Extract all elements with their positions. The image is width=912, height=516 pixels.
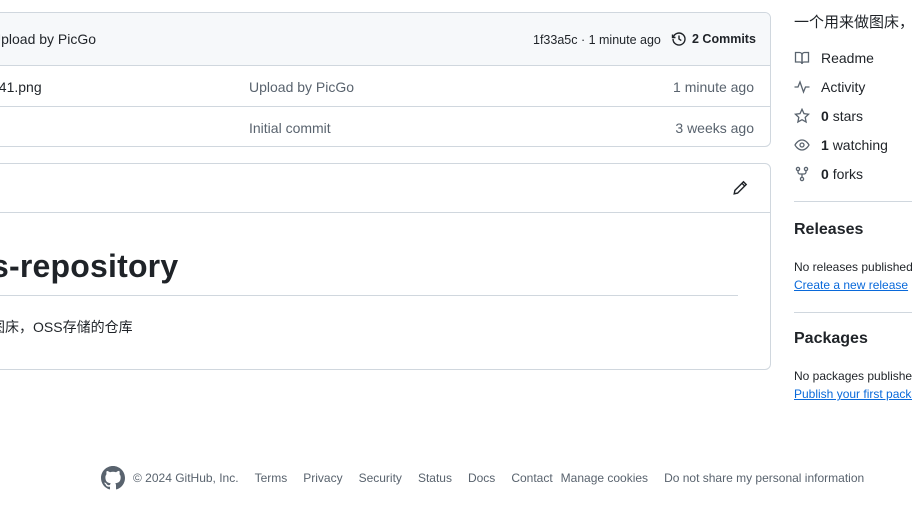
sidebar-divider: [794, 312, 912, 313]
sidebar-item-label: watching: [832, 137, 888, 153]
fork-icon: [795, 166, 809, 182]
sidebar-item-readme[interactable]: Readme: [794, 50, 874, 66]
latest-commit-message[interactable]: Upload by PicGo: [0, 31, 96, 47]
pencil-icon[interactable]: [732, 180, 748, 196]
file-commit-time: 3 weeks ago: [675, 120, 754, 136]
releases-empty-text: No releases published: [794, 260, 912, 274]
forks-count: 0: [821, 166, 829, 182]
book-icon: [794, 51, 810, 65]
packages-empty-text: No packages published: [794, 369, 912, 383]
sidebar-divider: [794, 201, 912, 202]
file-commit-time: 1 minute ago: [673, 79, 754, 95]
file-list-box: Upload by PicGo 1f33a5c · 1 minute ago 2…: [0, 12, 771, 147]
sidebar-item-stars[interactable]: 0 stars: [794, 108, 863, 124]
file-row[interactable]: Initial commit 3 weeks ago: [0, 107, 770, 146]
footer-copyright: © 2024 GitHub, Inc.: [133, 471, 239, 485]
commits-count-label: 2 Commits: [692, 32, 756, 46]
watching-count: 1: [821, 137, 829, 153]
commits-link[interactable]: 2 Commits: [671, 31, 756, 47]
footer-link-security[interactable]: Security: [359, 471, 402, 485]
file-commit-message[interactable]: Upload by PicGo: [249, 79, 354, 95]
footer-link-privacy[interactable]: Privacy: [303, 471, 342, 485]
sidebar-item-forks[interactable]: 0 forks: [794, 166, 863, 182]
file-commit-message[interactable]: Initial commit: [249, 120, 331, 136]
github-logo-icon[interactable]: [101, 466, 125, 490]
sidebar-item-watching[interactable]: 1 watching: [794, 137, 888, 153]
latest-commit-sha-time[interactable]: 1f33a5c · 1 minute ago: [533, 33, 661, 47]
readme-divider: [0, 295, 738, 296]
packages-heading[interactable]: Packages: [794, 330, 868, 348]
file-row[interactable]: 941.png Upload by PicGo 1 minute ago: [0, 66, 770, 107]
create-release-link[interactable]: Create a new release: [794, 278, 908, 292]
pulse-icon: [794, 80, 810, 94]
readme-box: s-repository 图床，OSS存储的仓库: [0, 163, 771, 370]
latest-commit-bar: Upload by PicGo 1f33a5c · 1 minute ago 2…: [0, 13, 770, 66]
history-icon: [671, 32, 686, 46]
sidebar-item-label: Readme: [821, 50, 874, 66]
footer-link-manage-cookies[interactable]: Manage cookies: [561, 471, 648, 485]
file-name[interactable]: 941.png: [0, 79, 42, 95]
eye-icon: [794, 139, 810, 151]
sidebar-item-label: Activity: [821, 79, 866, 95]
footer-link-docs[interactable]: Docs: [468, 471, 495, 485]
star-icon: [794, 108, 810, 124]
about-description: 一个用来做图床，: [794, 14, 912, 31]
sidebar-item-label: stars: [832, 108, 864, 124]
footer-link-status[interactable]: Status: [418, 471, 452, 485]
readme-header: [0, 164, 770, 213]
footer: © 2024 GitHub, Inc. Terms Privacy Securi…: [101, 466, 880, 490]
footer-link-terms[interactable]: Terms: [255, 471, 288, 485]
sidebar-item-activity[interactable]: Activity: [794, 79, 865, 95]
footer-link-do-not-share[interactable]: Do not share my personal information: [664, 471, 864, 485]
releases-heading[interactable]: Releases: [794, 221, 863, 239]
readme-description: 图床，OSS存储的仓库: [0, 319, 133, 335]
readme-title: s-repository: [0, 248, 179, 284]
stars-count: 0: [821, 108, 829, 124]
footer-link-contact[interactable]: Contact: [511, 471, 552, 485]
publish-package-link[interactable]: Publish your first package: [794, 387, 912, 401]
sidebar-item-label: forks: [832, 166, 864, 182]
